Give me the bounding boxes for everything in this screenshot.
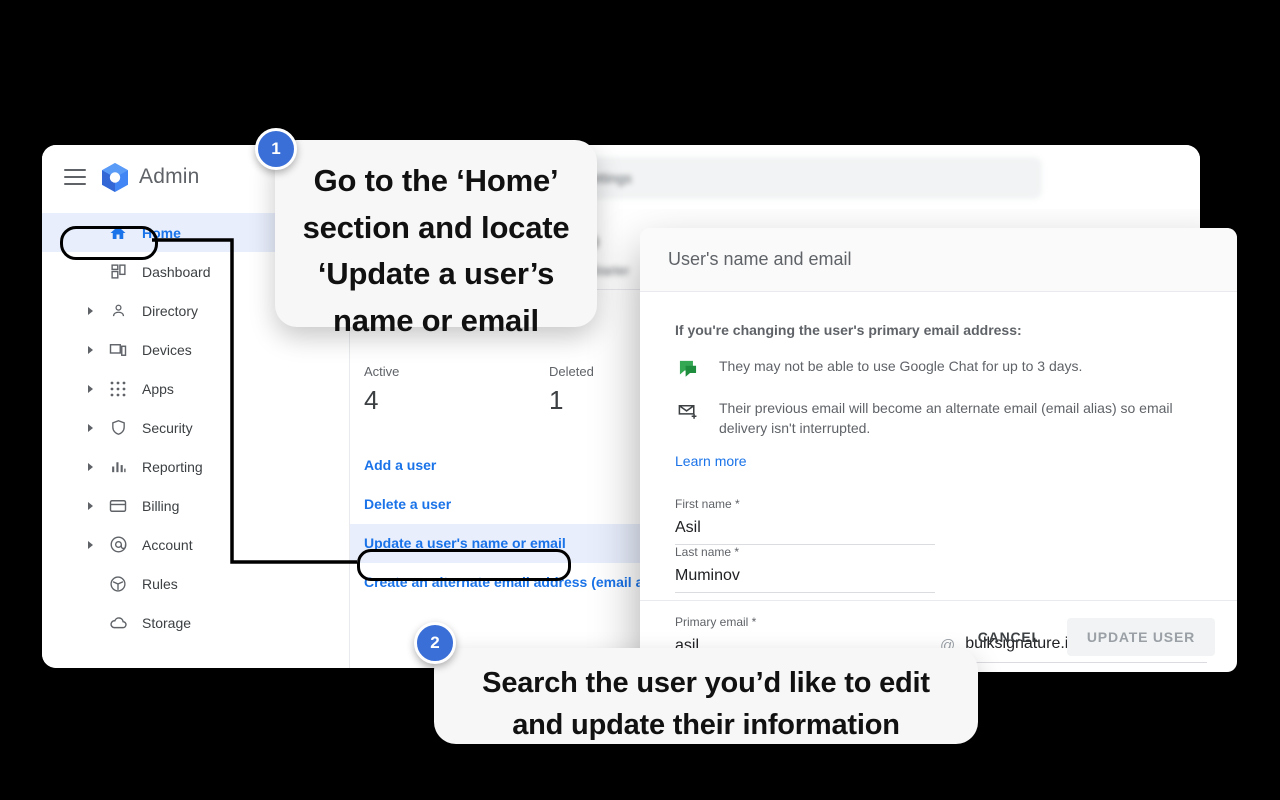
last-name-field[interactable]: Last name * Muminov	[675, 545, 935, 593]
sidebar-item-label: Home	[142, 224, 181, 241]
update-user-button: UPDATE USER	[1066, 617, 1215, 656]
first-name-label: First name *	[675, 496, 740, 511]
bar-chart-icon	[108, 457, 128, 477]
dashboard-icon	[108, 262, 128, 282]
home-icon	[108, 223, 128, 243]
callout-badge-1: 1	[255, 128, 297, 170]
hamburger-menu-icon[interactable]	[64, 169, 86, 185]
email-add-icon	[675, 398, 701, 423]
cloud-icon	[108, 613, 128, 633]
sidebar-item-label: Account	[142, 536, 193, 553]
person-icon	[108, 301, 128, 321]
chevron-right-icon[interactable]	[88, 462, 93, 471]
info-bullet-text: Their previous email will become an alte…	[719, 400, 1173, 437]
sidebar-item-label: Storage	[142, 614, 192, 631]
credit-card-icon	[108, 496, 128, 516]
cancel-button[interactable]: CANCEL	[962, 619, 1057, 655]
info-bullet-chat: They may not be able to use Google Chat …	[675, 356, 1207, 380]
info-bullet-alias: Their previous email will become an alte…	[675, 398, 1207, 439]
chevron-right-icon[interactable]	[88, 306, 93, 315]
callout-bubble-2: Search the user you’d like to edit and u…	[434, 648, 978, 744]
sidebar-item-reporting[interactable]: Reporting	[42, 447, 349, 486]
user-name-and-email-dialog: User's name and email If you're changing…	[640, 228, 1237, 672]
sidebar-item-label: Apps	[142, 380, 174, 397]
sidebar-item-rules[interactable]: Rules	[42, 564, 349, 603]
brand[interactable]: Admin	[102, 162, 200, 192]
dialog-title: User's name and email	[668, 249, 852, 269]
apps-grid-icon	[108, 379, 128, 399]
first-name-input[interactable]: Asil	[675, 511, 935, 545]
sidebar-item-apps[interactable]: Apps	[42, 369, 349, 408]
at-sign-icon	[108, 535, 128, 555]
sidebar-item-label: Security	[142, 419, 193, 436]
chevron-right-icon[interactable]	[88, 345, 93, 354]
stat-label: Active	[364, 364, 400, 379]
last-name-input[interactable]: Muminov	[675, 559, 935, 593]
chevron-right-icon[interactable]	[88, 423, 93, 432]
sidebar-item-label: Devices	[142, 341, 192, 358]
stat-value: 4	[364, 385, 379, 415]
sidebar-item-storage[interactable]: Storage	[42, 603, 349, 642]
first-name-field[interactable]: First name * Asil	[675, 497, 935, 545]
google-admin-logo-icon	[102, 162, 128, 192]
sidebar-item-devices[interactable]: Devices	[42, 330, 349, 369]
top-app-bar: Admin Search for users, groups or settin…	[42, 145, 1200, 209]
chevron-right-icon[interactable]	[88, 540, 93, 549]
info-bullet-text: They may not be able to use Google Chat …	[719, 358, 1083, 374]
sidebar-item-label: Reporting	[142, 458, 203, 475]
sidebar-item-label: Directory	[142, 302, 199, 319]
sidebar-item-security[interactable]: Security	[42, 408, 349, 447]
google-chat-icon	[675, 356, 701, 380]
sidebar-item-account[interactable]: Account	[42, 525, 349, 564]
callout-badge-2: 2	[414, 622, 456, 664]
callout-bubble-1: Go to the ‘Home’ section and locate ‘Upd…	[275, 140, 597, 338]
chevron-right-icon[interactable]	[88, 501, 93, 510]
shield-icon	[108, 418, 128, 438]
dialog-lead-text: If you're changing the user's primary em…	[675, 322, 1022, 338]
dialog-header: User's name and email	[640, 228, 1237, 292]
sidebar-item-billing[interactable]: Billing	[42, 486, 349, 525]
chevron-right-icon[interactable]	[88, 384, 93, 393]
last-name-label: Last name *	[675, 544, 740, 559]
screenshot-stage: Admin Search for users, groups or settin…	[0, 0, 1280, 800]
stat-active: Active 4	[364, 364, 549, 416]
sidebar-item-label: Billing	[142, 497, 180, 514]
sidebar-item-label: Rules	[142, 575, 178, 592]
devices-icon	[108, 340, 128, 360]
rules-icon	[108, 574, 128, 594]
sidebar-item-label: Dashboard	[142, 263, 211, 280]
learn-more-link[interactable]: Learn more	[675, 453, 747, 469]
brand-name: Admin	[139, 165, 200, 188]
